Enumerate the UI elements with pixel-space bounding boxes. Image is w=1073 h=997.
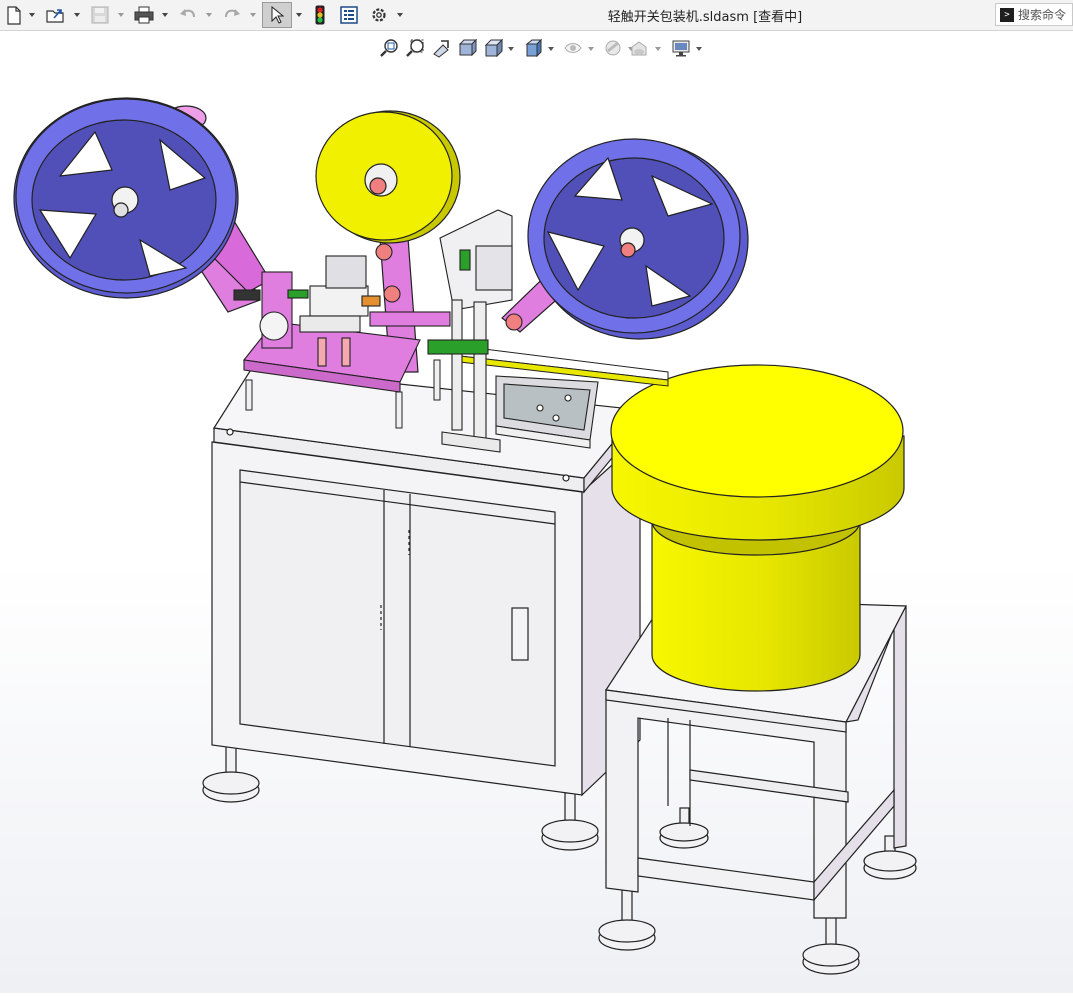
undo-button[interactable] (177, 3, 199, 27)
redo-icon (225, 9, 240, 18)
display-style-icon (525, 38, 543, 58)
previous-view-button[interactable] (430, 37, 452, 59)
apply-scene-button[interactable] (628, 37, 650, 59)
undo-icon (180, 9, 195, 18)
zoom-area-icon (406, 39, 424, 57)
open-dropdown[interactable] (73, 10, 81, 20)
zoom-to-fit-button[interactable] (378, 37, 400, 59)
cursor-arrow-icon (271, 6, 284, 24)
search-commands-placeholder: 搜索命令 (1018, 8, 1067, 22)
eye-icon (564, 43, 582, 53)
new-document-icon (7, 5, 21, 25)
search-commands-box[interactable]: > 搜索命令 (995, 3, 1073, 26)
properties-icon (340, 6, 358, 24)
view-settings-button[interactable] (670, 37, 692, 59)
appearance-icon (605, 40, 621, 56)
command-prompt-icon: > (1000, 7, 1014, 22)
new-document-dropdown[interactable] (28, 10, 36, 20)
display-style-button[interactable] (522, 37, 544, 59)
view-cube-icon (484, 38, 503, 58)
print-dropdown[interactable] (161, 10, 169, 20)
hide-show-items-dropdown[interactable] (587, 45, 595, 53)
section-view-button[interactable] (456, 37, 478, 59)
save-button[interactable] (89, 3, 111, 27)
right-tape-reel-assembly (501, 138, 749, 340)
edit-appearance-button[interactable] (602, 37, 624, 59)
previous-view-icon (433, 40, 449, 58)
traffic-light-icon (315, 5, 325, 25)
select-button[interactable] (262, 2, 292, 28)
options-dropdown[interactable] (396, 10, 404, 20)
hide-show-items-button[interactable] (562, 37, 584, 59)
zoom-to-area-button[interactable] (404, 37, 426, 59)
save-icon (91, 6, 109, 24)
select-dropdown[interactable] (295, 10, 303, 20)
view-orientation-dropdown[interactable] (507, 45, 515, 53)
apply-scene-dropdown[interactable] (654, 45, 662, 53)
monitor-icon (672, 40, 690, 57)
vibratory-feeder-bowl (610, 364, 905, 692)
view-heads-up-toolbar (0, 31, 1073, 65)
title-bar: 轻触开关包装机.sldasm [查看中] > 搜索命令 (0, 0, 1073, 31)
machine-cabinet (211, 438, 641, 797)
window-title: 轻触开关包装机.sldasm [查看中] (607, 10, 803, 25)
undo-dropdown[interactable] (205, 10, 213, 20)
save-dropdown[interactable] (117, 10, 125, 20)
redo-button[interactable] (221, 3, 243, 27)
left-tape-reel-assembly (13, 97, 271, 313)
scene-icon (631, 41, 647, 56)
display-style-dropdown[interactable] (547, 45, 555, 53)
assembly-model-view[interactable] (0, 31, 1073, 993)
open-button[interactable] (44, 3, 68, 27)
gear-icon (372, 8, 386, 22)
print-button[interactable] (133, 3, 155, 27)
new-document-button[interactable] (3, 3, 25, 27)
rebuild-button[interactable] (310, 3, 330, 27)
options-button[interactable] (368, 3, 390, 27)
section-view-icon (458, 38, 477, 57)
view-settings-dropdown[interactable] (695, 45, 703, 53)
zoom-fit-icon (380, 39, 398, 57)
open-folder-icon (46, 9, 64, 23)
view-orientation-button[interactable] (482, 37, 504, 59)
print-icon (134, 6, 154, 24)
redo-dropdown[interactable] (249, 10, 257, 20)
file-properties-button[interactable] (338, 3, 360, 27)
graphics-area[interactable] (0, 31, 1073, 993)
